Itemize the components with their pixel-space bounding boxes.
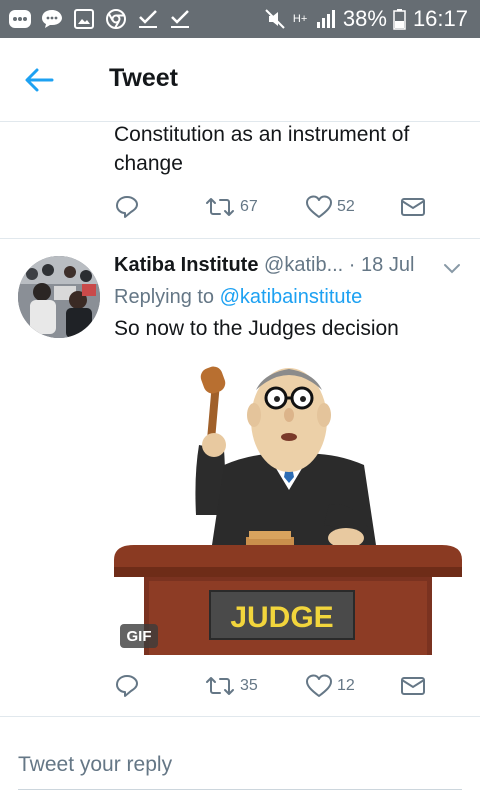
reply-button[interactable] — [114, 671, 140, 701]
heart-icon — [306, 674, 332, 697]
tweet-text: Constitution as an instrument of change — [114, 120, 464, 178]
divider — [0, 238, 480, 239]
tweet-text-line: Constitution as an instrument of — [114, 123, 410, 146]
retweet-count: 35 — [240, 677, 258, 694]
app-header: Tweet — [0, 38, 480, 122]
dm-button[interactable] — [400, 192, 426, 222]
retweet-icon — [206, 677, 234, 695]
retweet-button[interactable]: 67 — [204, 192, 258, 222]
reply-icon — [116, 675, 138, 697]
dm-button[interactable] — [400, 671, 426, 701]
tweet-media-gif[interactable]: JUDGE — [114, 355, 462, 655]
check-icon — [136, 7, 160, 31]
clock: 16:17 — [412, 6, 468, 31]
battery-percent: 38% — [342, 6, 387, 31]
tweet-header: Katiba Institute @katib... · 18 Jul — [114, 254, 434, 277]
tweet-actions: 67 52 — [114, 192, 434, 222]
tweet-text: So now to the Judges decision — [114, 317, 399, 340]
meta-separator: · — [348, 254, 356, 276]
like-count: 12 — [337, 677, 355, 694]
envelope-icon — [401, 198, 425, 216]
envelope-icon — [401, 677, 425, 695]
replying-to: Replying to @katibainstitute — [114, 286, 362, 309]
network-type: H+ — [292, 12, 308, 25]
battery-icon — [393, 7, 407, 31]
like-button[interactable]: 12 — [305, 671, 355, 701]
tweet-text-line: change — [114, 152, 183, 175]
nameplate-label: JUDGE — [230, 601, 333, 634]
signal-icon — [313, 7, 337, 31]
author-name[interactable]: Katiba Institute — [114, 254, 258, 276]
divider — [0, 716, 480, 717]
heart-icon — [306, 195, 332, 218]
more-icon — [8, 7, 32, 31]
avatar[interactable] — [18, 256, 100, 338]
status-bar: H+ 38% 16:17 — [0, 0, 480, 38]
mute-icon — [263, 7, 287, 31]
like-count: 52 — [337, 198, 355, 215]
reply-icon — [116, 196, 138, 218]
message-icon — [40, 7, 64, 31]
tweet-date: 18 Jul — [361, 254, 415, 276]
page-title: Tweet — [109, 64, 178, 92]
check-icon — [168, 7, 192, 31]
chrome-icon — [104, 7, 128, 31]
author-handle[interactable]: @katib... — [264, 254, 343, 276]
like-button[interactable]: 52 — [305, 192, 355, 222]
replying-handle-link[interactable]: @katibainstitute — [220, 286, 363, 308]
reply-placeholder[interactable]: Tweet your reply — [18, 748, 462, 782]
retweet-icon — [206, 198, 234, 216]
gif-badge: GIF — [120, 624, 158, 648]
reply-input[interactable]: Tweet your reply — [18, 748, 462, 790]
tweet-actions: 35 12 — [114, 671, 434, 701]
back-arrow-icon[interactable] — [22, 65, 56, 95]
image-icon — [72, 7, 96, 31]
retweet-count: 67 — [240, 198, 258, 215]
reply-button[interactable] — [114, 192, 140, 222]
retweet-button[interactable]: 35 — [204, 671, 258, 701]
replying-prefix: Replying to — [114, 286, 215, 308]
chevron-down-icon[interactable] — [443, 262, 461, 276]
